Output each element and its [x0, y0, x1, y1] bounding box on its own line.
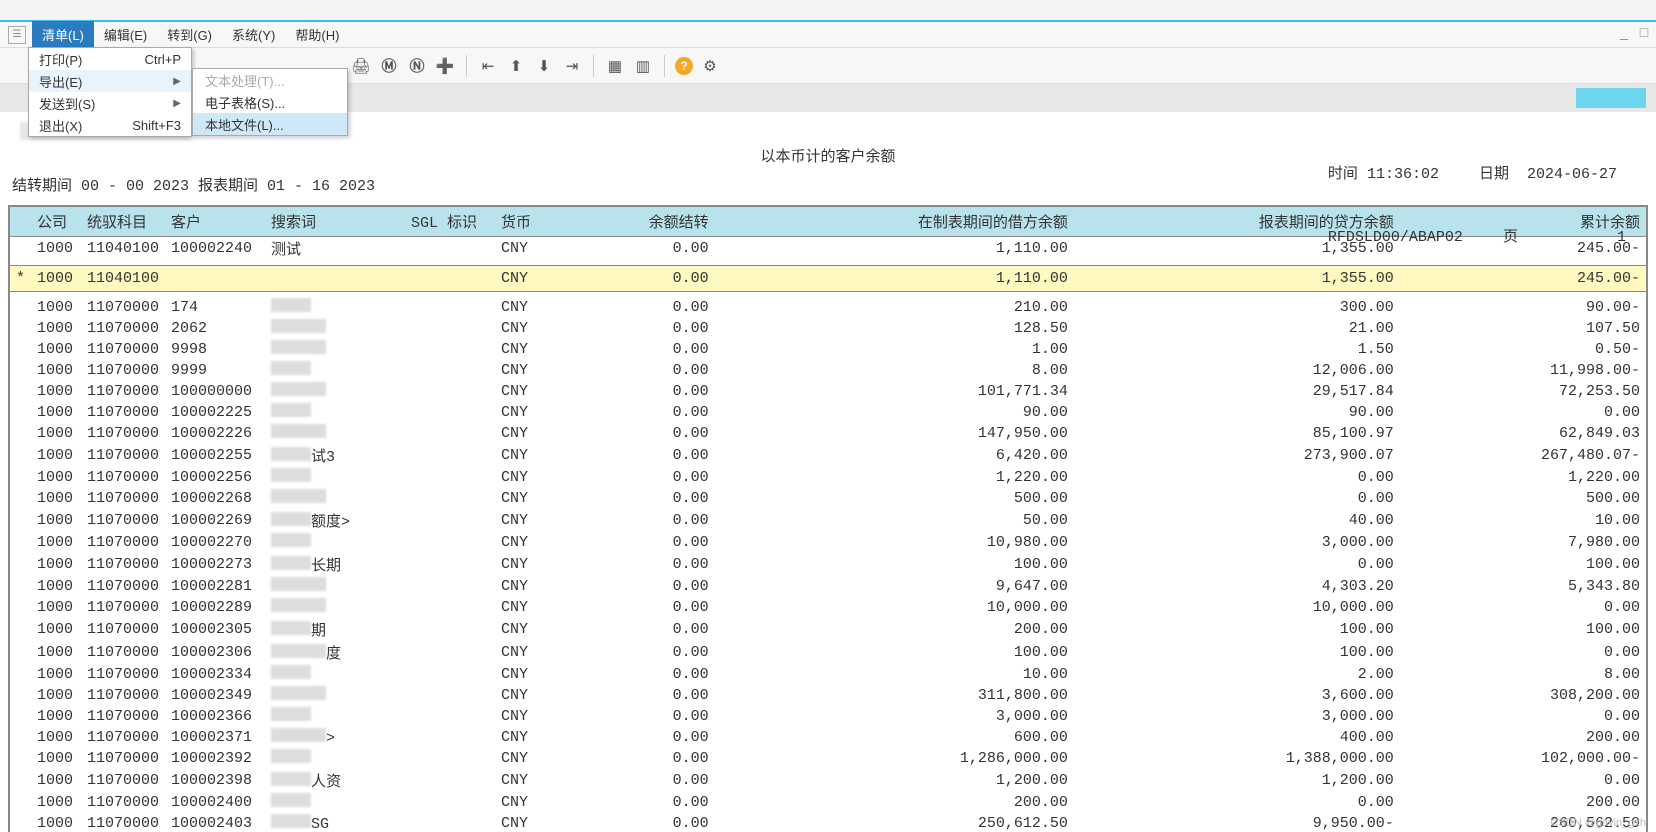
table-row[interactable]: 100011070000100002269额度>CNY0.0050.0040.0…: [10, 509, 1646, 532]
table-row[interactable]: 1000110700009999CNY0.008.0012,006.0011,9…: [10, 360, 1646, 381]
table-row[interactable]: 100011070000100002255试3CNY0.006,420.0027…: [10, 444, 1646, 467]
menu-exit[interactable]: 退出(X)Shift+F3: [29, 114, 191, 136]
last-page-icon[interactable]: ⇥: [561, 55, 583, 77]
table-row[interactable]: 100011070000100002225CNY0.0090.0090.000.…: [10, 402, 1646, 423]
help-icon[interactable]: ?: [675, 57, 693, 75]
table-row[interactable]: 100011070000100000000CNY0.00101,771.3429…: [10, 381, 1646, 402]
table-row[interactable]: 100011070000100002273长期CNY0.00100.000.00…: [10, 553, 1646, 576]
window-title: [0, 0, 1656, 20]
layout2-icon[interactable]: ▥: [632, 55, 654, 77]
menu-sendto[interactable]: 发送到(S)▶: [29, 92, 191, 114]
table-row[interactable]: 100011070000100002268CNY0.00500.000.0050…: [10, 488, 1646, 509]
col-company[interactable]: 公司: [31, 207, 81, 237]
next-page-icon[interactable]: ⬇: [533, 55, 555, 77]
add-icon[interactable]: ➕: [434, 55, 456, 77]
menubar: ☰ 清单(L) 编辑(E) 转到(G) 系统(Y) 帮助(H) _ □: [0, 20, 1656, 48]
table-row[interactable]: 100011070000100002256CNY0.001,220.000.00…: [10, 467, 1646, 488]
report-grid: 公司 统驭科目 客户 搜索词 SGL 标识 货币 余额结转 在制表期间的借方余额…: [8, 205, 1648, 832]
menu-system[interactable]: 系统(Y): [222, 21, 285, 48]
table-row[interactable]: 100011070000100002281CNY0.009,647.004,30…: [10, 576, 1646, 597]
watermark: CSDN @gavin_gxh: [1550, 817, 1646, 829]
table-row[interactable]: 100011070000174CNY0.00210.00300.0090.00-: [10, 292, 1646, 319]
table-row[interactable]: 100011070000100002270CNY0.0010,980.003,0…: [10, 532, 1646, 553]
table-row[interactable]: 100011070000100002289CNY0.0010,000.0010,…: [10, 597, 1646, 618]
table-row[interactable]: 100011070000100002403SGCNY0.00250,612.50…: [10, 813, 1646, 832]
prev-page-icon[interactable]: ⬆: [505, 55, 527, 77]
menu-export[interactable]: 导出(E)▶: [29, 70, 191, 92]
find-next-icon[interactable]: Ⓝ: [406, 55, 428, 77]
layout-icon[interactable]: ▦: [604, 55, 626, 77]
col-search[interactable]: 搜索词: [265, 207, 405, 237]
table-row[interactable]: 100011070000100002349CNY0.00311,800.003,…: [10, 685, 1646, 706]
table-row[interactable]: 100011070000100002305期CNY0.00200.00100.0…: [10, 618, 1646, 641]
print-icon[interactable]: 🖨: [350, 55, 372, 77]
col-gl[interactable]: 统驭科目: [81, 207, 165, 237]
settings-icon[interactable]: ⚙: [699, 55, 721, 77]
find-icon[interactable]: Ⓜ: [378, 55, 400, 77]
table-row[interactable]: 100011070000100002398人资CNY0.001,200.001,…: [10, 769, 1646, 792]
submenu-spreadsheet[interactable]: 电子表格(S)...: [193, 91, 347, 113]
first-page-icon[interactable]: ⇤: [477, 55, 499, 77]
export-submenu: 文本处理(T)... 电子表格(S)... 本地文件(L)...: [192, 68, 348, 136]
table-row[interactable]: 100011070000100002392CNY0.001,286,000.00…: [10, 748, 1646, 769]
maximize-icon[interactable]: □: [1636, 24, 1652, 40]
table-row[interactable]: 1000110700009998CNY0.001.001.500.50-: [10, 339, 1646, 360]
minimize-icon[interactable]: _: [1616, 24, 1632, 40]
submenu-text-processing[interactable]: 文本处理(T)...: [193, 69, 347, 91]
highlight-box: [1576, 88, 1646, 108]
menu-edit[interactable]: 编辑(E): [94, 21, 157, 48]
col-currency[interactable]: 货币: [495, 207, 555, 237]
menu-help[interactable]: 帮助(H): [285, 21, 349, 48]
table-row[interactable]: 100011070000100002400CNY0.00200.000.0020…: [10, 792, 1646, 813]
app-icon[interactable]: ☰: [8, 26, 26, 44]
table-row[interactable]: 100011070000100002366CNY0.003,000.003,00…: [10, 706, 1646, 727]
table-row[interactable]: 100011070000100002226CNY0.00147,950.0085…: [10, 423, 1646, 444]
menu-goto[interactable]: 转到(G): [157, 21, 222, 48]
table-row[interactable]: 100011070000100002334CNY0.0010.002.008.0…: [10, 664, 1646, 685]
menu-print[interactable]: 打印(P)Ctrl+P: [29, 48, 191, 70]
report-meta: 时间 11:36:02 日期 2024-06-27 RFDSLD00/ABAP0…: [1328, 122, 1626, 290]
col-sgl[interactable]: SGL 标识: [405, 207, 495, 237]
col-customer[interactable]: 客户: [165, 207, 265, 237]
table-row[interactable]: 100011070000100002306度CNY0.00100.00100.0…: [10, 641, 1646, 664]
col-cf[interactable]: 余额结转: [555, 207, 715, 237]
list-menu-dropdown: 打印(P)Ctrl+P 导出(E)▶ 发送到(S)▶ 退出(X)Shift+F3: [28, 47, 192, 137]
table-row[interactable]: 1000110700002062CNY0.00128.5021.00107.50: [10, 318, 1646, 339]
col-debit[interactable]: 在制表期间的借方余额: [715, 207, 1074, 237]
submenu-local-file[interactable]: 本地文件(L)...: [193, 113, 347, 135]
menu-list[interactable]: 清单(L): [32, 21, 94, 48]
table-row[interactable]: 100011070000100002371>CNY0.00600.00400.0…: [10, 727, 1646, 748]
